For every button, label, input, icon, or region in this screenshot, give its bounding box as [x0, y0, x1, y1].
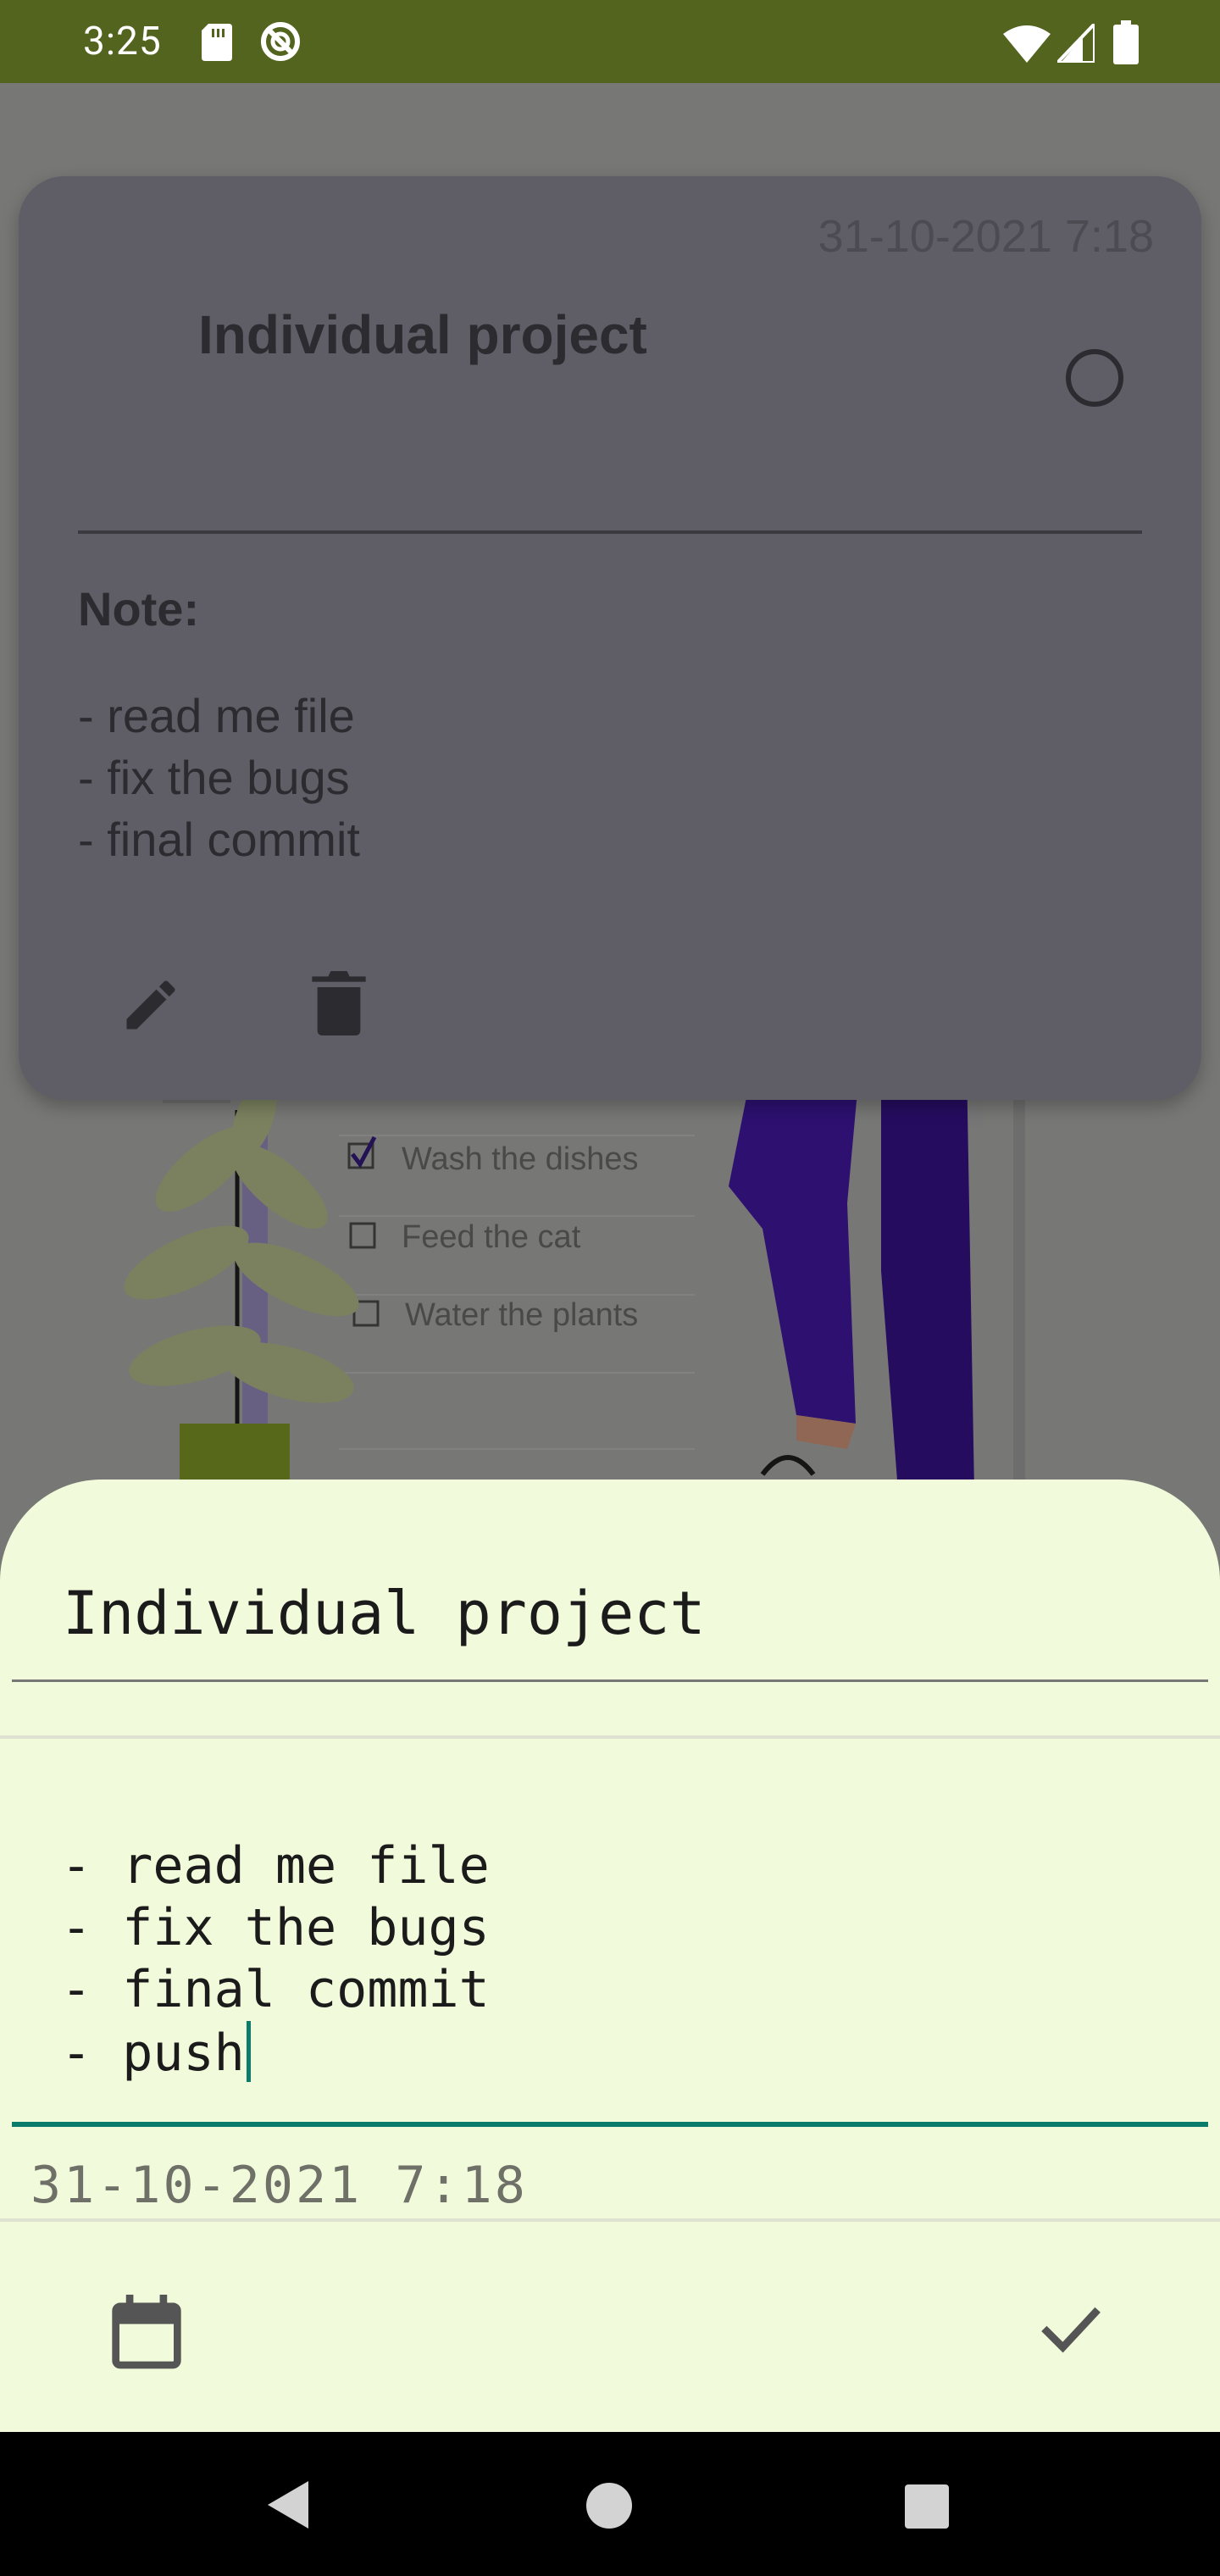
note-input[interactable]: - read me file - fix the bugs - final co…: [61, 1835, 490, 2085]
edit-bottom-sheet: - read me file - fix the bugs - final co…: [0, 1480, 1220, 2432]
wifi-icon: [1003, 25, 1051, 63]
divider: [0, 1735, 1220, 1739]
edit-icon[interactable]: [119, 973, 183, 1037]
recents-icon[interactable]: [905, 2484, 949, 2529]
note-underline-focused: [12, 2122, 1208, 2127]
note-card: 31-10-2021 7:18 Individual project Note:…: [19, 176, 1201, 1100]
back-icon[interactable]: [264, 2479, 315, 2530]
home-icon[interactable]: [586, 2483, 632, 2529]
card-divider: [78, 530, 1142, 534]
status-bar: 3:25: [0, 0, 1220, 83]
trash-icon[interactable]: [312, 971, 366, 1035]
card-title: Individual project: [198, 304, 647, 365]
sd-card-icon: [202, 24, 232, 61]
text-cursor: [246, 2021, 251, 2082]
signal-icon: [1057, 24, 1095, 63]
divider: [0, 2218, 1220, 2222]
title-underline: [12, 1679, 1208, 1682]
status-time: 3:25: [83, 19, 162, 64]
title-input[interactable]: [63, 1571, 1164, 1656]
note-input-text: - read me file - fix the bugs - final co…: [61, 1836, 490, 2083]
date-field[interactable]: 31-10-2021 7:18: [30, 2156, 528, 2215]
calendar-icon[interactable]: [110, 2295, 183, 2371]
complete-circle-icon[interactable]: [1066, 349, 1123, 407]
card-date: 31-10-2021 7:18: [818, 211, 1154, 262]
card-note-text: - read me file - fix the bugs - final co…: [78, 689, 360, 866]
check-icon[interactable]: [1039, 2301, 1103, 2356]
sync-ring-icon: [261, 22, 300, 61]
battery-icon: [1113, 20, 1139, 64]
note-label: Note:: [78, 582, 200, 636]
